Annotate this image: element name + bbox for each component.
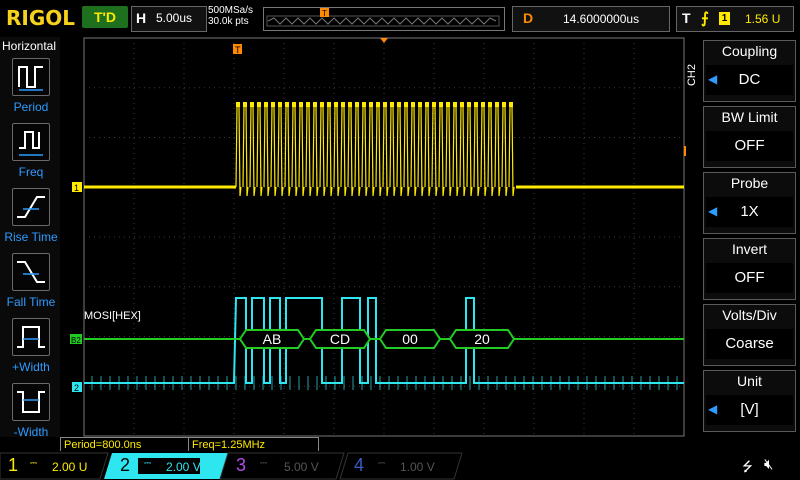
- memory-waveform-overview: T: [266, 8, 500, 27]
- frequency-icon: [12, 123, 50, 161]
- decode-byte-1: AB: [263, 331, 282, 347]
- period-label: Period: [13, 100, 49, 114]
- rise-time-icon: [12, 188, 50, 226]
- unit-menu-button[interactable]: Unit [V] ◀: [703, 370, 796, 432]
- trigger-time-marker-label: T: [235, 45, 241, 55]
- measure-negative-width-button[interactable]: -Width: [2, 383, 60, 439]
- trigger-level: 1.56 U: [745, 12, 781, 26]
- measure-fall-time-button[interactable]: Fall Time: [2, 253, 60, 309]
- negative-width-icon: [12, 383, 50, 421]
- trigger-source: 1: [719, 12, 730, 25]
- decode-byte-3: 00: [402, 331, 418, 347]
- ch3-tab-number[interactable]: 3: [236, 455, 246, 476]
- ch3-scale[interactable]: 5.00 V: [284, 460, 319, 474]
- period-icon: [12, 58, 50, 96]
- rise-time-label: Rise Time: [4, 230, 58, 244]
- memory-position-strip[interactable]: T: [263, 7, 505, 31]
- coupling-menu-button[interactable]: Coupling DC ◀: [703, 40, 796, 102]
- measure-period-button[interactable]: Period: [2, 58, 60, 114]
- volts-div-title: Volts/Div: [722, 307, 777, 323]
- invert-value: OFF: [706, 263, 793, 293]
- unit-value: [V]: [706, 395, 793, 425]
- ch1-marker-label: 1: [74, 183, 79, 193]
- delay-label: D: [523, 10, 534, 26]
- bw-limit-title: BW Limit: [721, 109, 778, 125]
- delay-value: 14.6000000us: [563, 12, 640, 26]
- run-state-badge[interactable]: T'D: [82, 6, 128, 28]
- ch1-coupling-icon: ⎓: [30, 458, 38, 468]
- left-arrow-icon: ◀: [708, 72, 718, 86]
- ch3-coupling-icon: ⎓: [260, 458, 268, 468]
- timebase-value: 5.00us: [156, 11, 193, 25]
- unit-title: Unit: [737, 373, 762, 389]
- fall-time-label: Fall Time: [6, 295, 56, 309]
- decode-bus-label: MOSI[HEX]: [84, 310, 141, 322]
- sample-rate: 500MSa/s: [208, 5, 254, 16]
- ch1-tab-number[interactable]: 1: [8, 455, 18, 476]
- rising-edge-icon: ⨍: [701, 10, 709, 27]
- measure-rise-time-button[interactable]: Rise Time: [2, 188, 60, 244]
- svg-text:T: T: [322, 9, 327, 18]
- volts-div-value: Coarse: [706, 329, 793, 359]
- left-arrow-icon: ◀: [708, 204, 718, 218]
- coupling-value: DC: [706, 65, 793, 95]
- waveform-display[interactable]: AB CD 00 20 MOSI[HEX] T 1 B2 2: [62, 36, 686, 438]
- ch1-scale[interactable]: 2.00 U: [52, 460, 87, 474]
- invert-title: Invert: [731, 241, 767, 257]
- bw-limit-menu-button[interactable]: BW Limit OFF: [703, 106, 796, 168]
- speaker-muted-icon[interactable]: 🔇︎: [764, 456, 773, 473]
- fall-time-icon: [12, 253, 50, 291]
- ch4-tab-number[interactable]: 4: [354, 455, 364, 476]
- delay-box[interactable]: D 14.6000000us: [512, 6, 670, 32]
- positive-width-icon: [12, 318, 50, 356]
- menu-channel-label: CH2: [686, 64, 698, 87]
- ch2-coupling-icon: ⎓: [144, 458, 152, 468]
- ch4-scale[interactable]: 1.00 V: [400, 460, 435, 474]
- bw-limit-value: OFF: [706, 131, 793, 161]
- negative-width-label: -Width: [13, 425, 49, 439]
- decode-byte-4: 20: [474, 331, 490, 347]
- probe-title: Probe: [730, 175, 769, 191]
- left-arrow-icon: ◀: [708, 402, 718, 416]
- horizontal-label: H: [136, 10, 147, 26]
- ch2-tab-number[interactable]: 2: [120, 455, 130, 476]
- ch2-marker-label: 2: [74, 383, 79, 393]
- invert-menu-button[interactable]: Invert OFF: [703, 238, 796, 300]
- decode-byte-2: CD: [330, 331, 350, 347]
- probe-menu-button[interactable]: Probe 1X ◀: [703, 172, 796, 234]
- trigger-label: T: [682, 10, 691, 26]
- brand-logo: RIGOL: [6, 6, 76, 30]
- volts-div-menu-button[interactable]: Volts/Div Coarse: [703, 304, 796, 366]
- measure-positive-width-button[interactable]: +Width: [2, 318, 60, 374]
- memory-depth: 30.0k pts: [208, 16, 249, 27]
- bus-marker-label: B2: [71, 336, 81, 345]
- ch2-scale[interactable]: 2.00 V: [166, 460, 201, 474]
- horizontal-timebase-box[interactable]: H 5.00us: [131, 6, 207, 32]
- freq-label: Freq: [18, 165, 44, 179]
- trigger-level-marker: [684, 146, 686, 156]
- probe-value: 1X: [706, 197, 793, 227]
- ch4-coupling-icon: ⎓: [378, 458, 386, 468]
- coupling-title: Coupling: [721, 43, 778, 59]
- usb-icon: ⭍: [742, 459, 753, 474]
- trigger-box[interactable]: T ⨍ 1 1.56 U: [676, 6, 794, 32]
- sample-rate-info: 500MSa/s 30.0k pts: [208, 5, 253, 27]
- positive-width-label: +Width: [12, 360, 50, 374]
- left-menu-title: Horizontal: [2, 39, 57, 53]
- measure-freq-button[interactable]: Freq: [2, 123, 60, 179]
